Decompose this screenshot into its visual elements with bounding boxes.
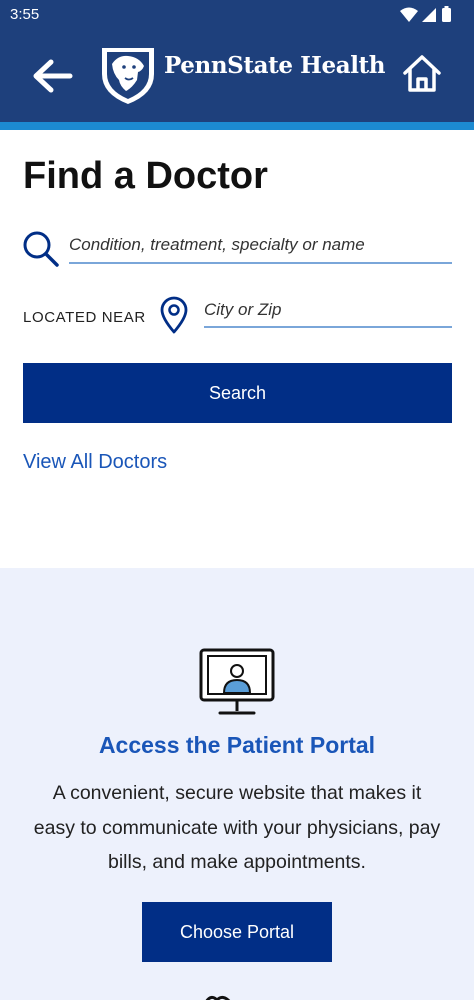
patient-portal-section: Access the Patient Portal A convenient, … [0,568,474,1000]
brand-name: PennState Health [164,52,386,79]
home-icon [403,55,441,92]
status-bar: 3:55 [0,0,474,30]
located-near-label: LOCATED NEAR [23,309,146,326]
nittany-lion-shield-logo [102,48,154,104]
location-input[interactable] [204,298,452,328]
page-title: Find a Doctor [23,155,268,197]
search-button[interactable]: Search [23,363,452,423]
portal-title: Access the Patient Portal [98,732,376,758]
arrow-left-icon [33,59,73,93]
accent-stripe [0,122,474,130]
battery-icon [442,8,451,22]
portal-description: A convenient, secure website that makes … [33,782,441,873]
view-all-doctors-link[interactable]: View All Doctors [23,451,167,474]
location-pin-icon [160,296,188,334]
choose-portal-button[interactable]: Choose Portal [142,902,332,962]
wifi-icon [400,7,418,22]
home-button[interactable] [400,52,444,96]
back-button[interactable] [30,56,74,96]
app-header: PennState Health [0,30,474,122]
signal-icon [422,8,436,22]
status-time: 3:55 [10,6,40,23]
search-input[interactable] [69,232,452,264]
search-icon [23,231,59,267]
partial-next-icon [205,995,231,1000]
status-icons [400,6,451,22]
monitor-user-icon [199,648,275,715]
